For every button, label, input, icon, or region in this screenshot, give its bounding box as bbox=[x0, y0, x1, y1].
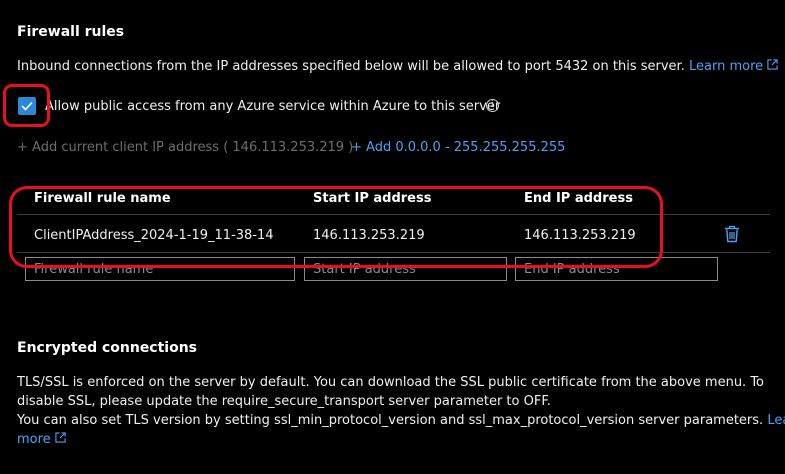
rule-name-cell: ClientIPAddress_2024-1-19_11-38-14 bbox=[34, 228, 274, 243]
start-ip-cell: 146.113.253.219 bbox=[313, 228, 425, 243]
new-end-ip-input[interactable] bbox=[515, 257, 718, 281]
firewall-description: Inbound connections from the IP addresse… bbox=[17, 59, 778, 74]
add-full-range-link[interactable]: + Add 0.0.0.0 - 255.255.255.255 bbox=[351, 140, 565, 155]
allow-azure-checkbox[interactable] bbox=[18, 97, 36, 115]
row-divider bbox=[17, 252, 770, 253]
encryption-text-line-3: You can also set TLS version by setting … bbox=[17, 413, 785, 428]
firewall-rules-heading: Firewall rules bbox=[17, 24, 125, 40]
column-header-end-ip: End IP address bbox=[524, 191, 633, 206]
column-header-start-ip: Start IP address bbox=[313, 191, 432, 206]
encryption-learn-more-link-part1[interactable]: Learn bbox=[767, 413, 785, 428]
header-divider bbox=[17, 214, 770, 215]
firewall-learn-more-link[interactable]: Learn more bbox=[689, 59, 763, 74]
end-ip-cell: 146.113.253.219 bbox=[524, 228, 636, 243]
encryption-text-line-1: TLS/SSL is enforced on the server by def… bbox=[17, 375, 765, 390]
firewall-learn-more-label: Learn more bbox=[688, 59, 764, 74]
external-link-icon bbox=[767, 59, 778, 70]
info-icon[interactable]: i bbox=[486, 96, 499, 112]
firewall-description-text: Inbound connections from the IP addresse… bbox=[17, 59, 685, 74]
encryption-text-line-2: disable SSL, please update the require_s… bbox=[17, 394, 551, 409]
new-start-ip-input[interactable] bbox=[304, 257, 507, 281]
external-link-icon bbox=[55, 432, 66, 443]
encryption-text-line-3-text: You can also set TLS version by setting … bbox=[17, 413, 764, 428]
checkmark-icon bbox=[21, 101, 33, 111]
encrypted-connections-heading: Encrypted connections bbox=[17, 340, 198, 356]
add-client-ip-link: + Add current client IP address ( 146.11… bbox=[17, 140, 354, 155]
column-header-rule-name: Firewall rule name bbox=[34, 191, 171, 206]
encryption-learn-more-link-part2[interactable]: more bbox=[17, 432, 51, 447]
allow-azure-label[interactable]: Allow public access from any Azure servi… bbox=[45, 99, 500, 114]
encryption-learn-more-wrap: more bbox=[17, 432, 66, 447]
trash-icon bbox=[725, 225, 739, 243]
firewall-settings-page: Firewall rules Inbound connections from … bbox=[0, 0, 785, 474]
new-rule-name-input[interactable] bbox=[25, 257, 295, 281]
delete-rule-button[interactable] bbox=[724, 225, 740, 247]
